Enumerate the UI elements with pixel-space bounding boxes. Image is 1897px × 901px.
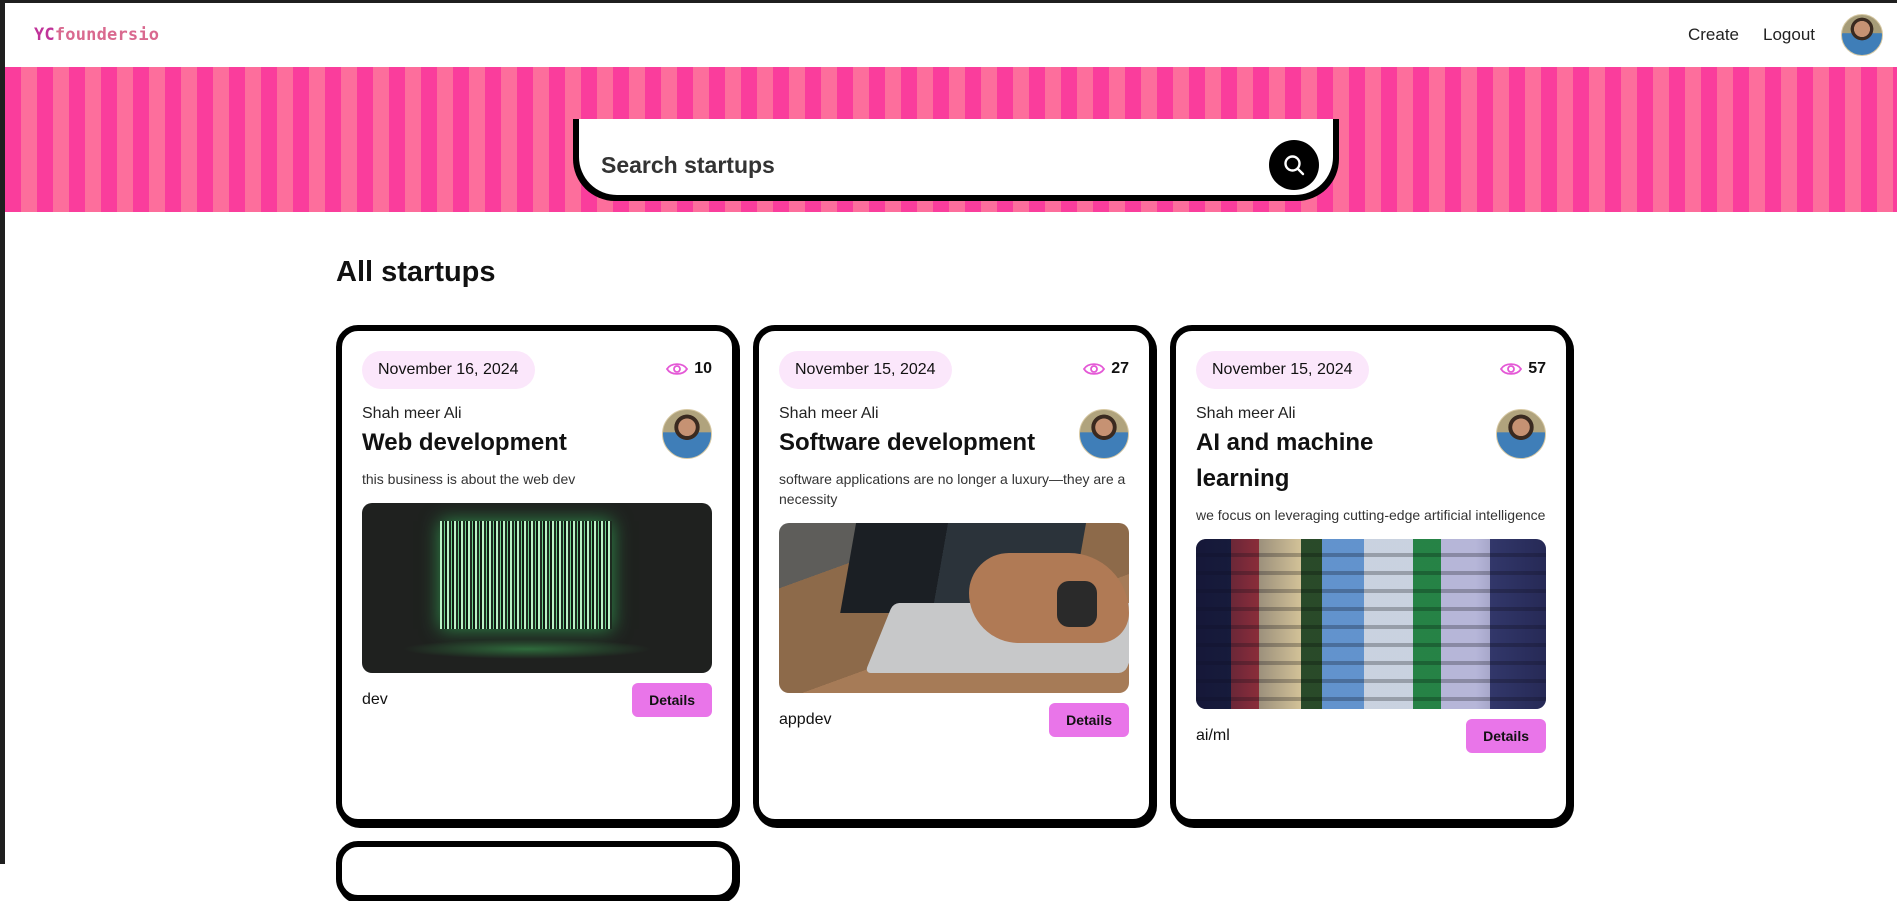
user-avatar[interactable] [1841, 14, 1883, 56]
views-count: 10 [666, 360, 712, 378]
author-name[interactable]: Shah meer Ali [362, 405, 712, 423]
startup-card: November 16, 2024 10 Shah meer Ali Web d… [336, 325, 738, 825]
startup-image [779, 523, 1129, 693]
brand-yc: YC [34, 25, 55, 45]
details-button[interactable]: Details [1466, 719, 1546, 753]
logout-link[interactable]: Logout [1763, 25, 1815, 45]
author-avatar[interactable] [1496, 409, 1546, 459]
author-name[interactable]: Shah meer Ali [779, 405, 1129, 423]
startup-title[interactable]: Software development [779, 425, 1069, 461]
section-title: All startups [336, 256, 496, 288]
startup-card: November 15, 2024 27 Shah meer Ali Softw… [753, 325, 1155, 825]
author-name[interactable]: Shah meer Ali [1196, 405, 1546, 423]
date-pill: November 15, 2024 [779, 351, 952, 389]
startup-description: this business is about the web dev [362, 471, 576, 487]
startup-title[interactable]: Web development [362, 425, 627, 461]
brand-rest: foundersio [54, 25, 160, 45]
author-avatar[interactable] [1079, 409, 1129, 459]
startup-title[interactable]: AI and machine learning [1196, 425, 1396, 497]
category-tag[interactable]: appdev [779, 711, 832, 729]
navbar: YCfoundersio Create Logout [5, 3, 1897, 67]
category-tag[interactable]: ai/ml [1196, 727, 1230, 745]
author-avatar[interactable] [662, 409, 712, 459]
date-pill: November 16, 2024 [362, 351, 535, 389]
category-tag[interactable]: dev [362, 691, 388, 709]
search-input[interactable] [599, 150, 1269, 180]
details-button[interactable]: Details [1049, 703, 1129, 737]
views-count: 57 [1500, 360, 1546, 378]
startup-card: November 15, 2024 57 Shah meer Ali AI an… [1170, 325, 1572, 825]
details-button[interactable]: Details [632, 683, 712, 717]
nav-actions: Create Logout [1664, 14, 1883, 56]
search-button[interactable] [1269, 140, 1319, 190]
views-value: 57 [1528, 360, 1546, 377]
startup-description: we focus on leveraging cutting-edge arti… [1196, 507, 1546, 523]
startup-description: software applications are no longer a lu… [779, 471, 1126, 507]
eye-icon [666, 363, 689, 375]
eye-icon [1500, 363, 1523, 375]
search-box [579, 119, 1333, 195]
date-pill: November 15, 2024 [1196, 351, 1369, 389]
views-value: 27 [1111, 360, 1129, 377]
hero-banner [5, 67, 1897, 212]
create-link[interactable]: Create [1688, 25, 1739, 45]
eye-icon [1083, 363, 1106, 375]
views-value: 10 [694, 360, 712, 377]
startup-image [362, 503, 712, 673]
views-count: 27 [1083, 360, 1129, 378]
search-icon [1284, 155, 1305, 176]
startup-image [1196, 539, 1546, 709]
brand-logo[interactable]: YCfoundersio [34, 25, 159, 45]
search-form [573, 119, 1339, 201]
startup-card [336, 841, 738, 901]
